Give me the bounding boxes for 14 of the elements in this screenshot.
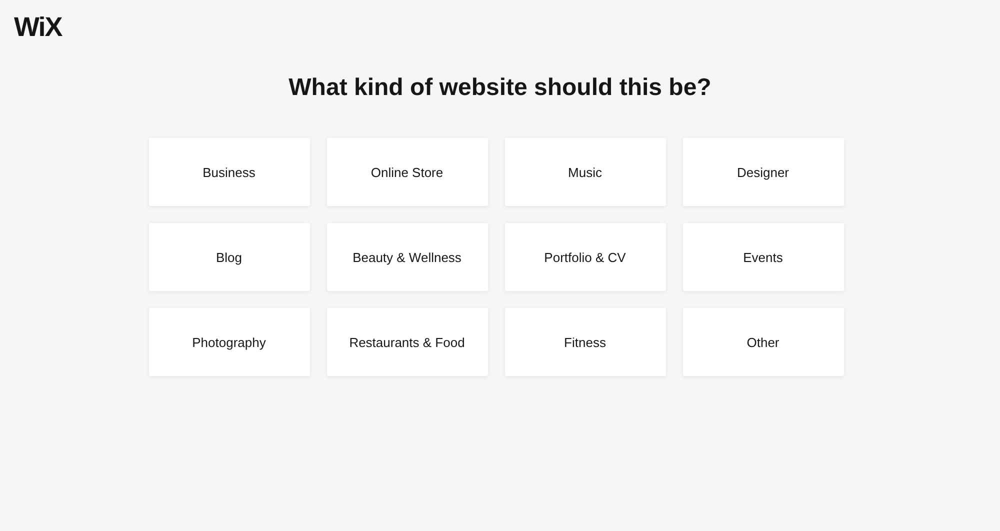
category-tile[interactable]: Fitness [504,308,666,376]
category-tile[interactable]: Events [682,223,844,291]
category-tile[interactable]: Beauty & Wellness [326,223,488,291]
logo[interactable]: WiX [14,12,62,42]
page-heading: What kind of website should this be? [288,73,712,103]
category-tile[interactable]: Photography [148,308,310,376]
category-tile[interactable]: Restaurants & Food [326,308,488,376]
category-tile[interactable]: Music [504,138,666,206]
category-tile[interactable]: Online Store [326,138,488,206]
category-tile[interactable]: Designer [682,138,844,206]
category-tile[interactable]: Other [682,308,844,376]
category-tile[interactable]: Business [148,138,310,206]
category-tile[interactable]: Portfolio & CV [504,223,666,291]
category-tile[interactable]: Blog [148,223,310,291]
